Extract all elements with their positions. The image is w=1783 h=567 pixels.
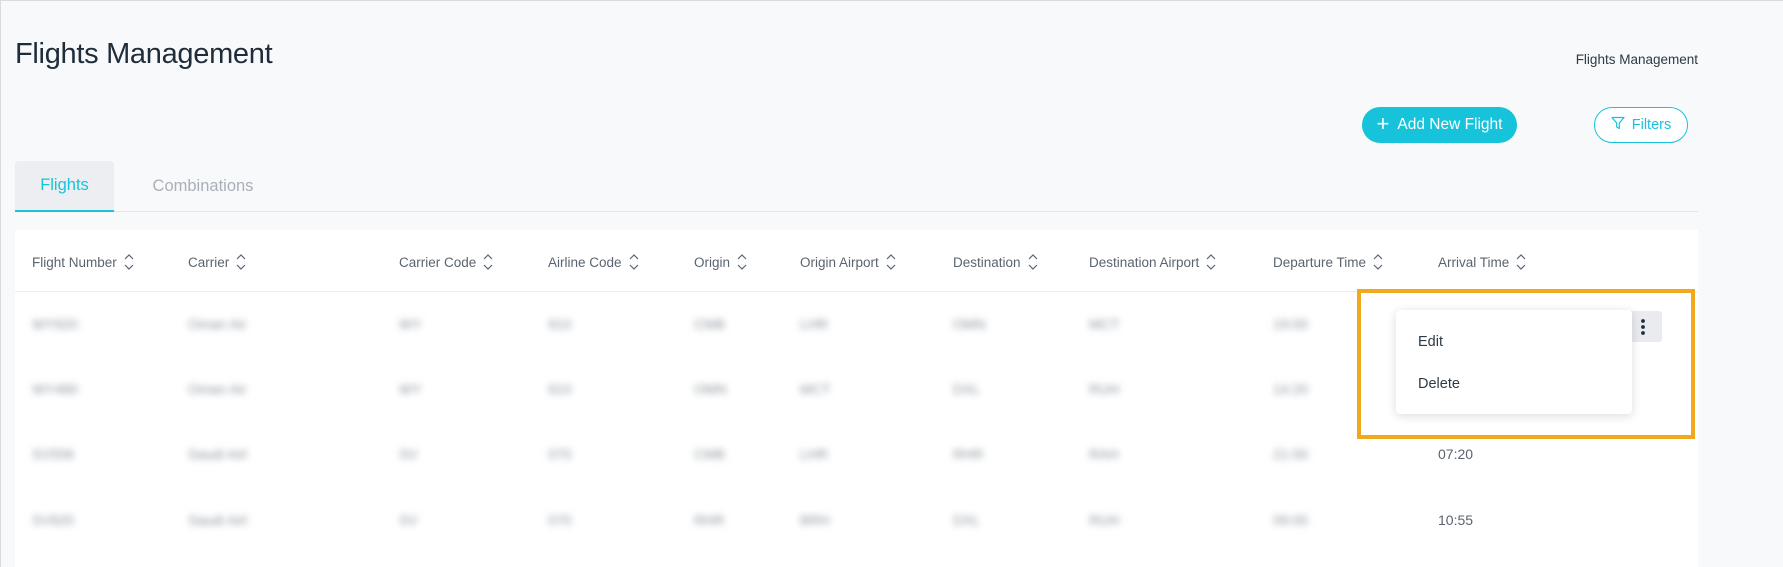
cell-carrier-code: SV bbox=[399, 446, 418, 462]
cell-origin-airport: LHR bbox=[800, 446, 829, 462]
cell-destination: OMN bbox=[953, 316, 986, 332]
cell-origin: CMB bbox=[694, 446, 726, 462]
cell-departure-time: 19:00 bbox=[1273, 316, 1309, 332]
cell-departure-time: 09:00 bbox=[1273, 512, 1309, 528]
cell-flight-number: WY480 bbox=[32, 381, 78, 397]
cell-arrival-time: 10:55 bbox=[1438, 512, 1474, 528]
cell-carrier: Saudi Airl bbox=[188, 512, 248, 528]
cell-flight-number: SV920 bbox=[32, 512, 75, 528]
column-header-flight-number[interactable]: Flight Number bbox=[32, 252, 135, 272]
column-header-carrier-code[interactable]: Carrier Code bbox=[399, 252, 494, 272]
cell-carrier-code: SV bbox=[399, 512, 418, 528]
cell-destination-airport: RAH bbox=[1089, 446, 1119, 462]
add-new-flight-button[interactable]: + Add New Flight bbox=[1362, 107, 1517, 143]
sort-icon[interactable] bbox=[1027, 252, 1039, 272]
cell-origin-airport: LHR bbox=[800, 316, 829, 332]
page-title: Flights Management bbox=[15, 38, 273, 70]
cell-carrier: Oman Air bbox=[188, 316, 247, 332]
cell-destination: DXL bbox=[953, 381, 981, 397]
column-header-airline-code[interactable]: Airline Code bbox=[548, 252, 640, 272]
column-header-departure-time[interactable]: Departure Time bbox=[1273, 252, 1384, 272]
cell-airline-code: 070 bbox=[548, 446, 572, 462]
cell-flight-number: SV556 bbox=[32, 446, 75, 462]
sort-icon[interactable] bbox=[1372, 252, 1384, 272]
tab-combinations[interactable]: Combinations bbox=[133, 161, 273, 212]
cell-departure-time: 21:00 bbox=[1273, 446, 1309, 462]
filter-icon bbox=[1611, 116, 1625, 134]
plus-icon: + bbox=[1376, 111, 1390, 136]
cell-origin-airport: MCT bbox=[800, 381, 831, 397]
sort-icon[interactable] bbox=[123, 252, 135, 272]
cell-origin: OMN bbox=[694, 381, 727, 397]
column-header-carrier[interactable]: Carrier bbox=[188, 252, 247, 272]
cell-carrier: Saudi Airl bbox=[188, 446, 248, 462]
sort-icon[interactable] bbox=[628, 252, 640, 272]
tab-bar: Flights Combinations bbox=[15, 161, 1698, 212]
column-header-arrival-time[interactable]: Arrival Time bbox=[1438, 252, 1527, 272]
cell-airline-code: 070 bbox=[548, 512, 572, 528]
sort-icon[interactable] bbox=[885, 252, 897, 272]
breadcrumb[interactable]: Flights Management bbox=[1576, 52, 1698, 67]
cell-origin-airport: BRH bbox=[800, 512, 830, 528]
filters-button[interactable]: Filters bbox=[1594, 107, 1688, 143]
cell-destination: RHR bbox=[953, 446, 984, 462]
column-header-destination[interactable]: Destination bbox=[953, 252, 1039, 272]
sort-icon[interactable] bbox=[736, 252, 748, 272]
column-header-destination-airport[interactable]: Destination Airport bbox=[1089, 252, 1217, 272]
table-header: Flight Number Carrier Carrier Code Airli… bbox=[15, 230, 1698, 292]
cell-carrier: Oman Air bbox=[188, 381, 247, 397]
cell-origin: CMB bbox=[694, 316, 726, 332]
column-header-origin-airport[interactable]: Origin Airport bbox=[800, 252, 897, 272]
sort-icon[interactable] bbox=[1515, 252, 1527, 272]
filters-label: Filters bbox=[1631, 117, 1672, 133]
cell-destination-airport: RUH bbox=[1089, 512, 1120, 528]
cell-arrival-time: 07:20 bbox=[1438, 446, 1474, 462]
sort-icon[interactable] bbox=[235, 252, 247, 272]
cell-flight-number: WY920 bbox=[32, 316, 78, 332]
cell-destination-airport: MCT bbox=[1089, 316, 1120, 332]
cell-airline-code: 910 bbox=[548, 381, 572, 397]
cell-airline-code: 910 bbox=[548, 316, 572, 332]
cell-carrier-code: WY bbox=[399, 316, 422, 332]
cell-departure-time: 14:20 bbox=[1273, 381, 1309, 397]
highlight-box bbox=[1357, 289, 1695, 439]
column-header-origin[interactable]: Origin bbox=[694, 252, 748, 272]
sort-icon[interactable] bbox=[482, 252, 494, 272]
sort-icon[interactable] bbox=[1205, 252, 1217, 272]
cell-destination-airport: RUH bbox=[1089, 381, 1120, 397]
table-row[interactable]: SV920 Saudi Airl SV 070 RHR BRH DXL RUH … bbox=[15, 488, 1698, 553]
add-new-flight-label: Add New Flight bbox=[1397, 116, 1503, 133]
cell-origin: RHR bbox=[694, 512, 725, 528]
cell-carrier-code: WY bbox=[399, 381, 422, 397]
cell-destination: DXL bbox=[953, 512, 981, 528]
tab-flights[interactable]: Flights bbox=[15, 161, 114, 212]
